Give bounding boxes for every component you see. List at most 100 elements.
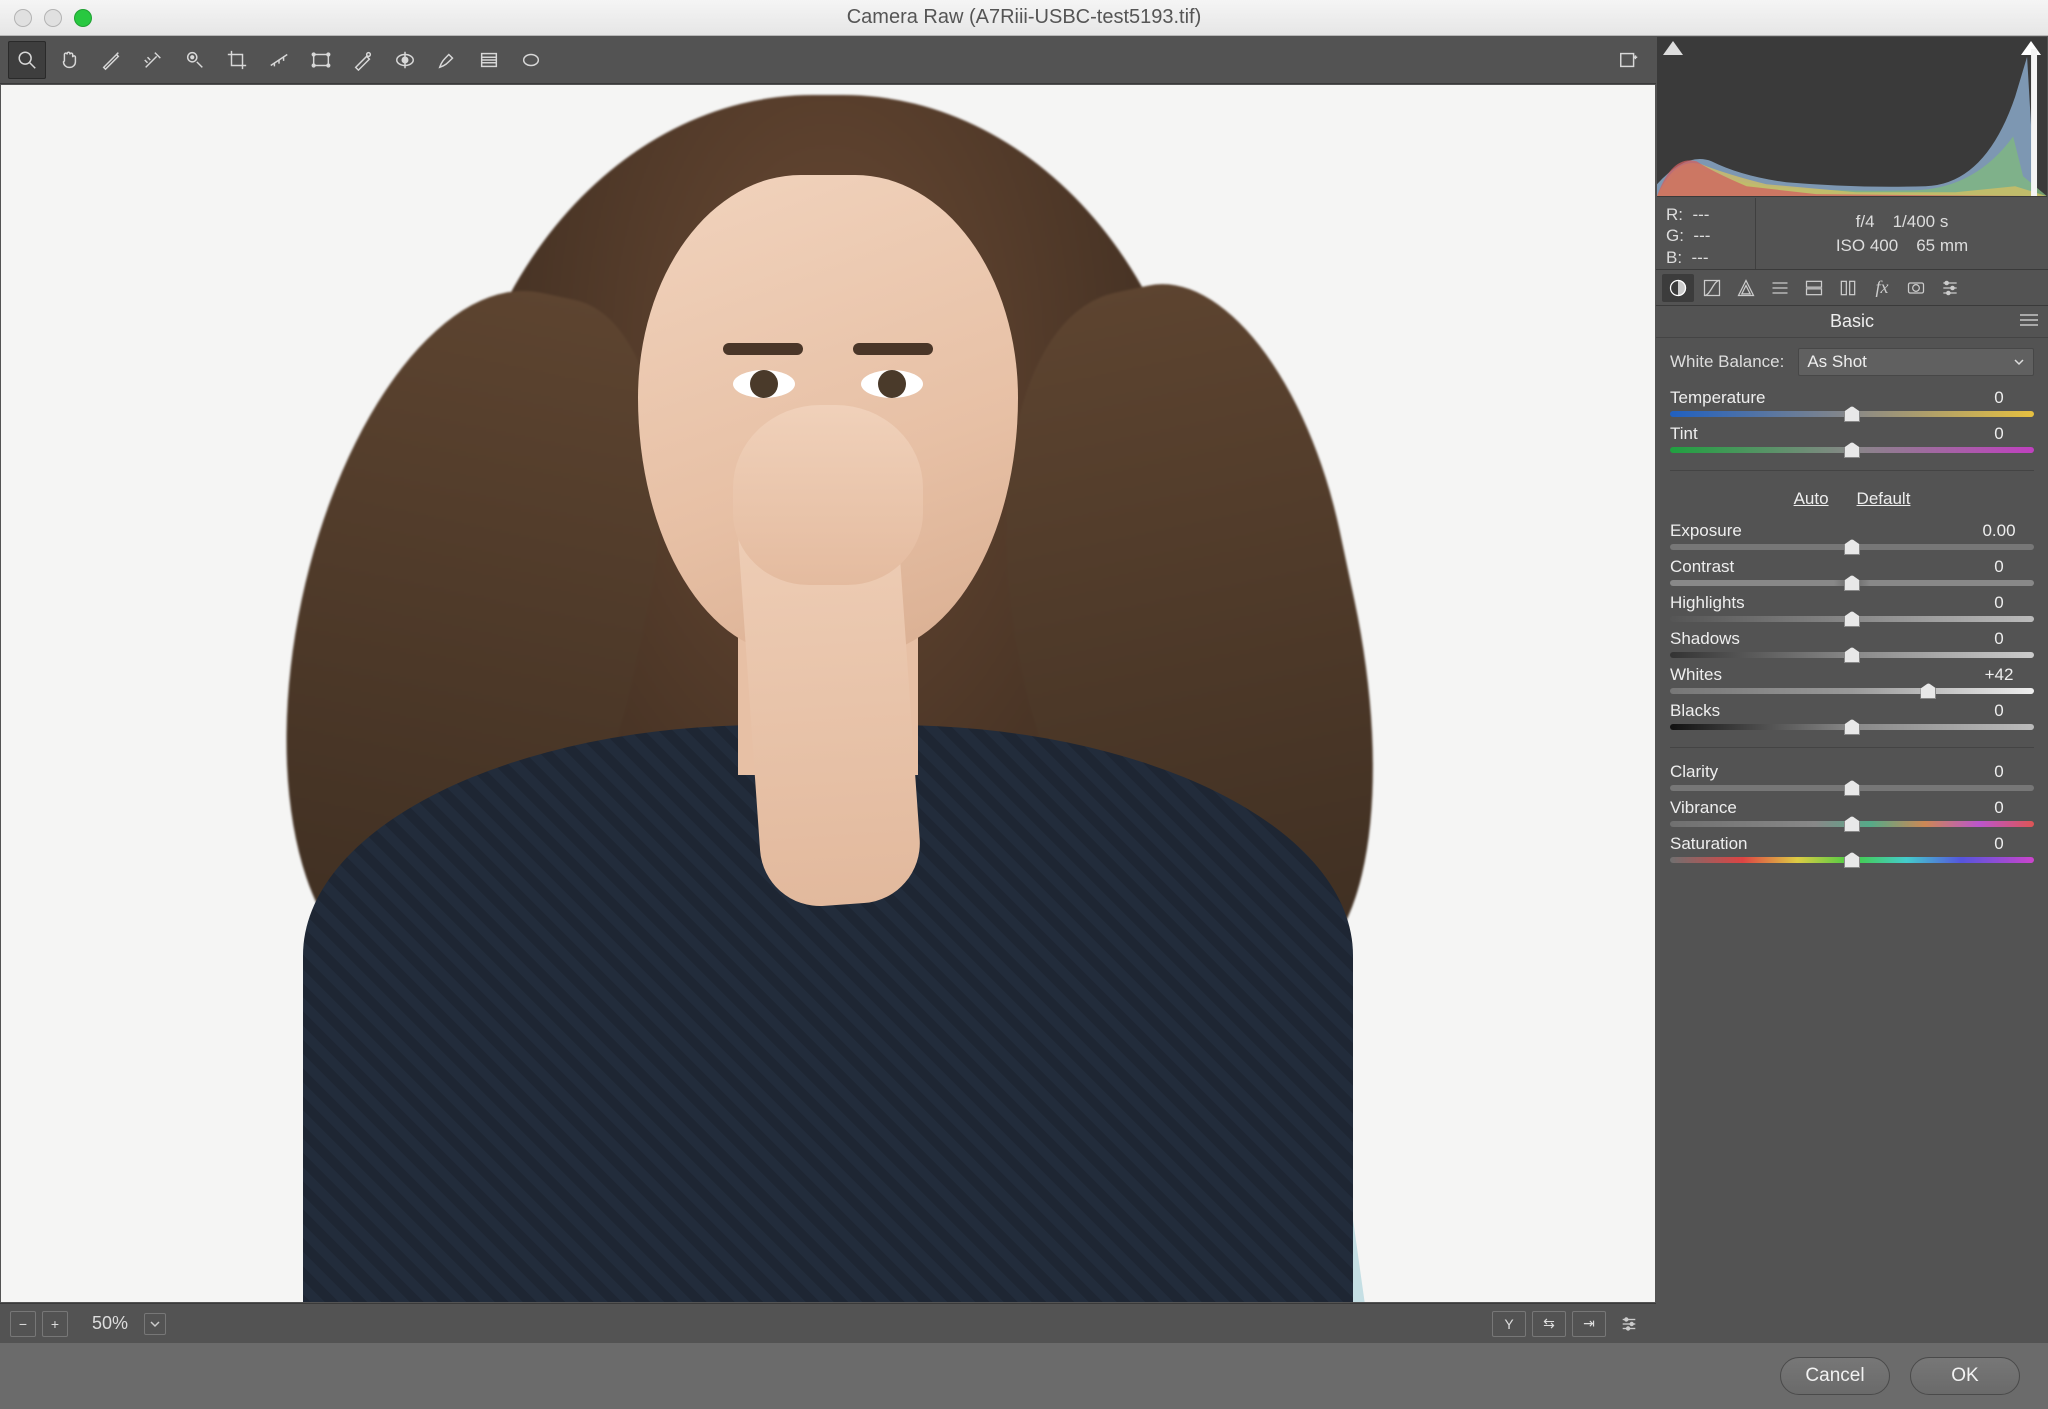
color-sampler-tool[interactable] — [134, 41, 172, 79]
panel-title: Basic — [1830, 311, 1874, 332]
straighten-tool[interactable] — [260, 41, 298, 79]
vibrance-label: Vibrance — [1670, 798, 1737, 818]
highlights-label: Highlights — [1670, 593, 1745, 613]
shutter-value: 1/400 s — [1893, 212, 1949, 232]
whites-value[interactable]: +42 — [1964, 665, 2034, 685]
targeted-adjustment-tool[interactable] — [176, 41, 214, 79]
default-button[interactable]: Default — [1857, 489, 1911, 509]
highlights-value[interactable]: 0 — [1964, 593, 2034, 613]
vibrance-value[interactable]: 0 — [1964, 798, 2034, 818]
temperature-value[interactable]: 0 — [1964, 388, 2034, 408]
preview-mode-cycle-button[interactable]: Y — [1492, 1311, 1526, 1337]
tint-thumb[interactable] — [1844, 442, 1860, 458]
spot-removal-tool[interactable] — [344, 41, 382, 79]
adjustment-brush-tool[interactable] — [428, 41, 466, 79]
panel-title-bar: Basic — [1656, 306, 2048, 338]
basic-panel: White Balance: As Shot Temperature0 Tint… — [1656, 338, 2048, 1343]
transform-tool[interactable] — [302, 41, 340, 79]
exposure-thumb[interactable] — [1844, 539, 1860, 555]
r-value: --- — [1692, 205, 1709, 224]
contrast-slider[interactable]: Contrast 0 — [1670, 557, 2034, 586]
whites-slider[interactable]: Whites+42 — [1670, 665, 2034, 694]
dialog-footer: Cancel OK — [0, 1343, 2048, 1409]
shadows-value[interactable]: 0 — [1964, 629, 2034, 649]
image-preview[interactable] — [1, 85, 1655, 1302]
saturation-slider[interactable]: Saturation 0 — [1670, 834, 2034, 863]
zoom-window-button[interactable] — [74, 9, 92, 27]
tab-presets[interactable] — [1934, 274, 1966, 302]
panel-tabs: fx — [1656, 270, 2048, 306]
contrast-label: Contrast — [1670, 557, 1734, 577]
shadows-slider[interactable]: Shadows0 — [1670, 629, 2034, 658]
exif-panel: R: --- G: --- B: --- f/41/400 s ISO 4006… — [1656, 198, 2048, 270]
tab-detail[interactable] — [1730, 274, 1762, 302]
tab-basic[interactable] — [1662, 274, 1694, 302]
cancel-button[interactable]: Cancel — [1780, 1357, 1890, 1395]
exposure-slider[interactable]: Exposure 0.00 — [1670, 521, 2034, 550]
whites-thumb[interactable] — [1920, 683, 1936, 699]
tint-slider[interactable]: Tint 0 — [1670, 424, 2034, 453]
b-value: --- — [1692, 248, 1709, 267]
preview-image — [1, 85, 1655, 1302]
clarity-label: Clarity — [1670, 762, 1718, 782]
white-balance-dropdown[interactable]: As Shot — [1798, 348, 2034, 376]
auto-button[interactable]: Auto — [1794, 489, 1829, 509]
exif-meta: f/41/400 s ISO 40065 mm — [1756, 198, 2048, 269]
white-balance-value: As Shot — [1807, 352, 1867, 372]
contrast-thumb[interactable] — [1844, 575, 1860, 591]
preview-mode-copy-button[interactable]: ⇥ — [1572, 1311, 1606, 1337]
temperature-slider[interactable]: Temperature0 — [1670, 388, 2034, 417]
shadows-thumb[interactable] — [1844, 647, 1860, 663]
blacks-value[interactable]: 0 — [1964, 701, 2034, 721]
crop-tool[interactable] — [218, 41, 256, 79]
highlights-thumb[interactable] — [1844, 611, 1860, 627]
graduated-filter-tool[interactable] — [470, 41, 508, 79]
saturation-value[interactable]: 0 — [1964, 834, 2034, 854]
white-balance-tool[interactable] — [92, 41, 130, 79]
maximize-thumbnails-button[interactable]: + — [42, 1311, 68, 1337]
saturation-thumb[interactable] — [1844, 852, 1860, 868]
clarity-thumb[interactable] — [1844, 780, 1860, 796]
tool-toolbar — [0, 36, 1656, 84]
panel-menu-button[interactable] — [2020, 314, 2038, 326]
exposure-value[interactable]: 0.00 — [1964, 521, 2034, 541]
tint-label: Tint — [1670, 424, 1698, 444]
hand-tool[interactable] — [50, 41, 88, 79]
window-title: Camera Raw (A7Riii-USBC-test5193.tif) — [0, 6, 2048, 29]
tab-split-toning[interactable] — [1798, 274, 1830, 302]
tint-value[interactable]: 0 — [1964, 424, 2034, 444]
saturation-label: Saturation — [1670, 834, 1748, 854]
ok-button[interactable]: OK — [1910, 1357, 2020, 1395]
exposure-label: Exposure — [1670, 521, 1742, 541]
highlights-slider[interactable]: Highlights 0 — [1670, 593, 2034, 622]
minimize-thumbnails-button[interactable]: − — [10, 1311, 36, 1337]
minimize-window-button[interactable] — [44, 9, 62, 27]
preview-mode-swap-button[interactable]: ⇆ — [1532, 1311, 1566, 1337]
tab-calibration[interactable] — [1900, 274, 1932, 302]
tab-lens-corrections[interactable] — [1832, 274, 1864, 302]
clarity-value[interactable]: 0 — [1964, 762, 2034, 782]
preview-preferences-button[interactable] — [1612, 1311, 1646, 1337]
vibrance-thumb[interactable] — [1844, 816, 1860, 832]
preferences-button[interactable] — [1610, 41, 1648, 79]
clarity-slider[interactable]: Clarity 0 — [1670, 762, 2034, 791]
vibrance-slider[interactable]: Vibrance 0 — [1670, 798, 2034, 827]
tab-tone-curve[interactable] — [1696, 274, 1728, 302]
zoom-tool[interactable] — [8, 41, 46, 79]
window-titlebar: Camera Raw (A7Riii-USBC-test5193.tif) — [0, 0, 2048, 36]
blacks-label: Blacks — [1670, 701, 1720, 721]
temperature-thumb[interactable] — [1844, 406, 1860, 422]
tab-hsl[interactable] — [1764, 274, 1796, 302]
iso-value: ISO 400 — [1836, 236, 1898, 256]
white-balance-label: White Balance: — [1670, 352, 1784, 372]
histogram[interactable] — [1657, 37, 2047, 197]
radial-filter-tool[interactable] — [512, 41, 550, 79]
zoom-dropdown[interactable] — [144, 1313, 166, 1335]
tab-effects[interactable]: fx — [1866, 274, 1898, 302]
blacks-thumb[interactable] — [1844, 719, 1860, 735]
blacks-slider[interactable]: Blacks 0 — [1670, 701, 2034, 730]
close-window-button[interactable] — [14, 9, 32, 27]
red-eye-tool[interactable] — [386, 41, 424, 79]
r-label: R: — [1666, 205, 1683, 224]
contrast-value[interactable]: 0 — [1964, 557, 2034, 577]
